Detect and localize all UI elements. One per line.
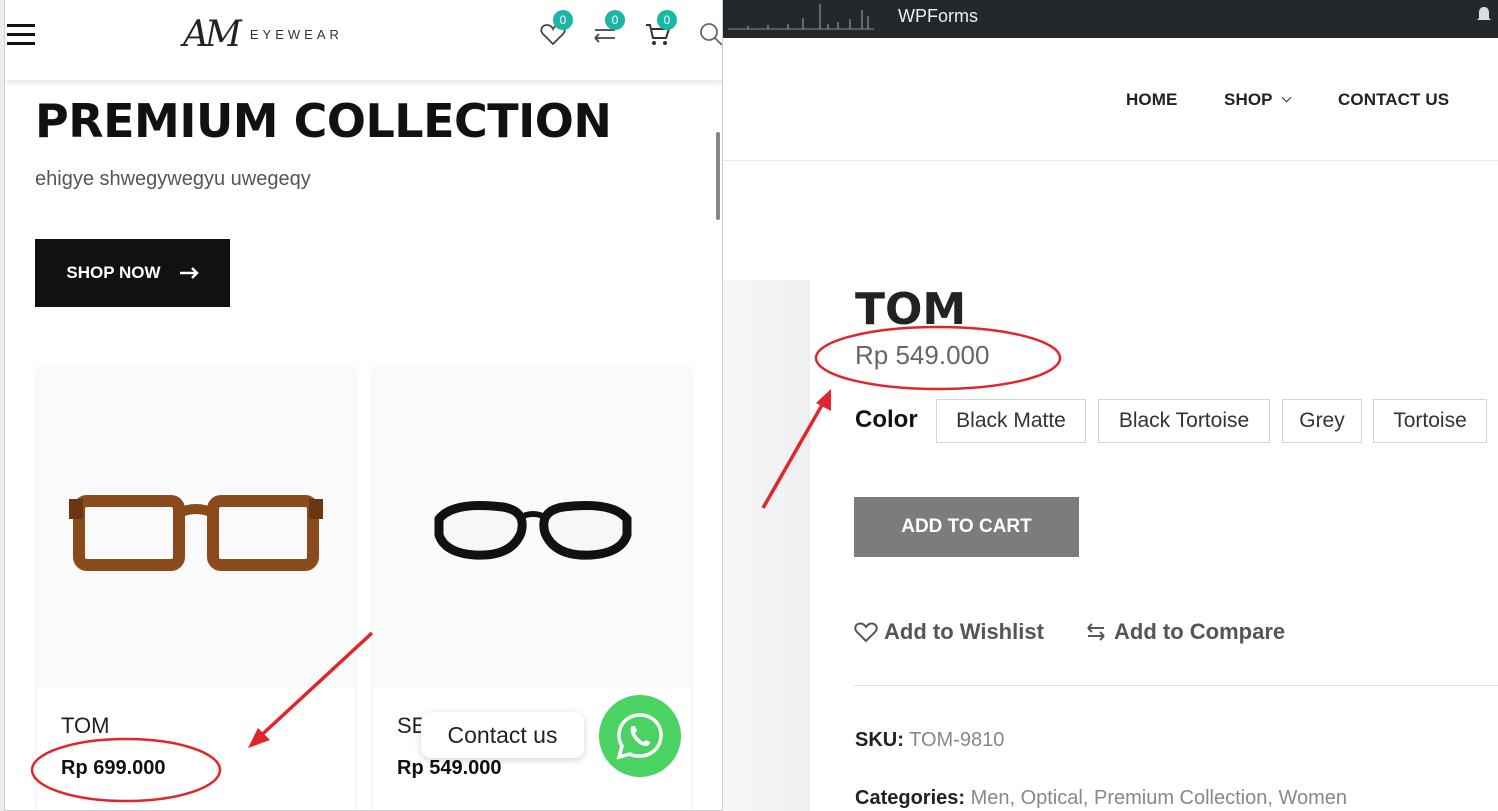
nav-shop[interactable]: SHOP <box>1224 90 1292 110</box>
product-sku: SKU: TOM-9810 <box>855 729 1004 752</box>
compare-label: Add to Compare <box>1114 619 1286 644</box>
compare-count-badge: 0 <box>605 10 625 30</box>
sku-label: SKU: <box>855 729 904 751</box>
hamburger-menu-icon[interactable] <box>7 24 35 46</box>
mobile-view: AM EYEWEAR 0 0 0 PREMIUM COLLECTION ehig… <box>4 0 723 811</box>
nav-shop-label: SHOP <box>1224 90 1273 109</box>
mobile-header: AM EYEWEAR 0 0 0 <box>5 0 723 80</box>
add-to-cart-button[interactable]: ADD TO CART <box>854 497 1079 557</box>
color-option-tortoise[interactable]: Tortoise <box>1373 399 1487 443</box>
admin-bar: WPForms <box>722 0 1498 38</box>
scrollbar-thumb[interactable] <box>716 132 720 220</box>
compare-arrows-icon <box>1087 623 1105 641</box>
product-categories: Categories: Men, Optical, Premium Collec… <box>855 787 1347 810</box>
color-option-grey[interactable]: Grey <box>1282 399 1362 443</box>
product-name[interactable]: TOM <box>61 713 109 739</box>
eyeglasses-tortoise-icon <box>69 495 323 571</box>
color-option-black-matte[interactable]: Black Matte <box>936 399 1086 443</box>
activity-sparkline-icon <box>728 4 874 30</box>
add-to-wishlist-link[interactable]: Add to Wishlist <box>854 619 1044 645</box>
cart-count-badge: 0 <box>657 10 677 30</box>
categories-label: Categories: <box>855 787 966 809</box>
wpforms-menu[interactable]: WPForms <box>898 6 978 27</box>
shop-now-label: SHOP NOW <box>66 263 161 282</box>
product-price: Rp 549.000 <box>397 757 502 779</box>
categories-value[interactable]: Men, Optical, Premium Collection, Women <box>971 787 1347 809</box>
divider <box>854 685 1498 686</box>
color-label: Color <box>855 406 918 433</box>
contact-us-bubble[interactable]: Contact us <box>421 712 584 758</box>
shop-now-button[interactable]: SHOP NOW <box>35 239 230 307</box>
product-photo[interactable] <box>37 369 355 687</box>
desktop-product-page: WPForms HOME SHOP CONTACT US TOM Rp 549.… <box>722 0 1498 811</box>
whatsapp-icon <box>616 713 663 760</box>
product-photo[interactable] <box>373 369 691 687</box>
color-option-black-tortoise[interactable]: Black Tortoise <box>1098 399 1270 443</box>
eyeglasses-cat-eye-icon <box>434 501 632 560</box>
hero-subtitle: ehigye shwegywegyu uwegeqy <box>35 168 311 190</box>
nav-home[interactable]: HOME <box>1126 90 1177 110</box>
wishlist-label: Add to Wishlist <box>884 619 1044 644</box>
product-price: Rp 549.000 <box>855 340 990 370</box>
hero-title: PREMIUM COLLECTION <box>35 94 612 148</box>
notification-bell-icon[interactable] <box>1476 6 1492 24</box>
product-title: TOM <box>855 284 967 335</box>
product-image[interactable] <box>722 280 810 811</box>
logo-mark: AM <box>183 14 242 55</box>
whatsapp-button[interactable] <box>599 695 681 777</box>
site-navigation: HOME SHOP CONTACT US <box>722 38 1498 161</box>
logo-wordmark: EYEWEAR <box>249 27 343 42</box>
chevron-down-icon <box>1281 92 1292 103</box>
heart-icon <box>854 622 878 643</box>
wishlist-count-badge: 0 <box>553 10 573 30</box>
search-icon[interactable] <box>697 20 723 48</box>
add-to-compare-link[interactable]: Add to Compare <box>1084 619 1285 645</box>
sku-value: TOM-9810 <box>909 729 1005 751</box>
arrow-right-icon <box>179 267 199 279</box>
product-card[interactable]: TOM Rp 699.000 <box>37 369 355 810</box>
site-logo[interactable]: AM EYEWEAR <box>183 14 343 55</box>
product-price: Rp 699.000 <box>61 757 166 779</box>
nav-contact-us[interactable]: CONTACT US <box>1338 90 1449 110</box>
